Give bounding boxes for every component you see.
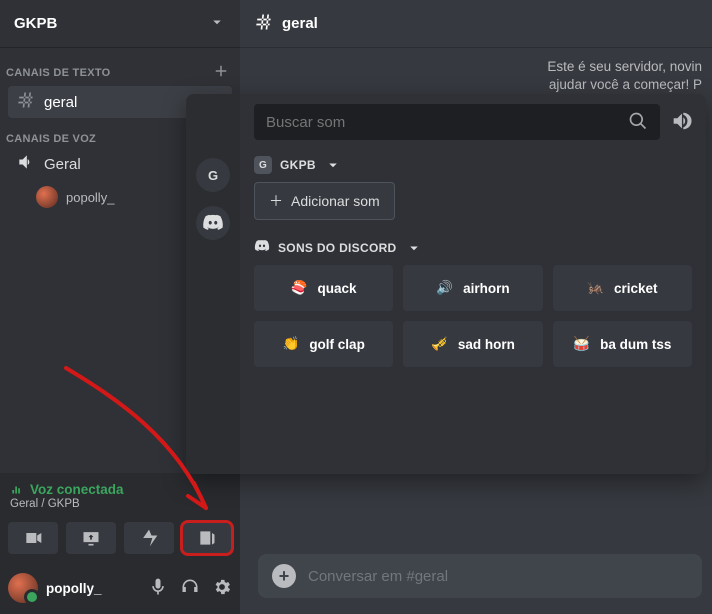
sound-label: airhorn xyxy=(463,281,510,296)
sound-emoji: 🎺 xyxy=(431,336,448,352)
gear-icon[interactable] xyxy=(212,577,232,600)
hash-icon xyxy=(254,12,274,36)
channel-header: geral xyxy=(240,0,712,48)
chevron-down-icon xyxy=(208,13,226,35)
volume-icon[interactable] xyxy=(670,110,692,135)
discord-icon xyxy=(254,238,270,257)
sound-label: quack xyxy=(318,281,357,296)
activity-button[interactable] xyxy=(124,522,174,554)
sound-airhorn[interactable]: 🔊 airhorn xyxy=(403,265,542,311)
screen-share-button[interactable] xyxy=(66,522,116,554)
avatar[interactable] xyxy=(8,573,38,603)
sound-sad-horn[interactable]: 🎺 sad horn xyxy=(403,321,542,367)
group-badge: G xyxy=(254,156,272,174)
sound-label: sad horn xyxy=(458,337,515,352)
channel-title: geral xyxy=(282,15,318,32)
group-name: SONS DO DISCORD xyxy=(278,241,397,255)
hash-icon xyxy=(16,90,36,114)
sound-ba-dum-tss[interactable]: 🥁 ba dum tss xyxy=(553,321,692,367)
sound-group-server[interactable]: G GKPB xyxy=(254,156,692,174)
text-channels-header[interactable]: CANAIS DE TEXTO xyxy=(0,48,240,85)
section-label: CANAIS DE VOZ xyxy=(6,133,96,145)
channel-name: Geral xyxy=(44,156,81,173)
sound-group-discord[interactable]: SONS DO DISCORD xyxy=(254,238,692,257)
channel-name: geral xyxy=(44,94,77,111)
headphones-icon[interactable] xyxy=(180,577,200,600)
sound-emoji: 👏 xyxy=(283,336,300,352)
sound-emoji: 🍣 xyxy=(291,280,308,296)
voice-status-sub: Geral / GKPB xyxy=(10,498,230,510)
sound-golf-clap[interactable]: 👏 golf clap xyxy=(254,321,393,367)
soundboard-panel: G G GKPB ＋ Adicionar som xyxy=(186,94,706,474)
soundboard-rail: G xyxy=(186,94,240,474)
sound-emoji: 🦗 xyxy=(587,280,604,296)
soundboard-button[interactable] xyxy=(182,522,232,554)
sound-quack[interactable]: 🍣 quack xyxy=(254,265,393,311)
signal-icon xyxy=(10,483,24,497)
mic-icon[interactable] xyxy=(148,577,168,600)
voice-user-name: popolly_ xyxy=(66,190,114,205)
rail-server-button[interactable]: G xyxy=(196,158,230,192)
voice-status-panel: Voz conectada Geral / GKPB xyxy=(0,473,240,516)
rail-discord-button[interactable] xyxy=(196,206,230,240)
chevron-down-icon xyxy=(405,239,423,257)
voice-connected-label: Voz conectada xyxy=(10,482,230,497)
message-placeholder: Conversar em #geral xyxy=(308,568,448,585)
server-name: GKPB xyxy=(14,15,57,32)
plus-icon: ＋ xyxy=(269,191,283,211)
speaker-icon xyxy=(16,152,36,176)
message-input[interactable]: + Conversar em #geral xyxy=(258,554,702,598)
attach-button[interactable]: + xyxy=(272,564,296,588)
sound-label: golf clap xyxy=(309,337,365,352)
welcome-hint: Este é seu servidor, novin ajudar você a… xyxy=(547,58,702,94)
sound-cricket[interactable]: 🦗 cricket xyxy=(553,265,692,311)
user-name: popolly_ xyxy=(46,581,102,596)
plus-icon[interactable] xyxy=(212,62,230,83)
sound-emoji: 🥁 xyxy=(573,336,590,352)
add-sound-button[interactable]: ＋ Adicionar som xyxy=(254,182,395,220)
group-name: GKPB xyxy=(280,158,316,172)
voice-action-row xyxy=(0,516,240,562)
sound-label: ba dum tss xyxy=(600,337,671,352)
sound-grid: 🍣 quack 🔊 airhorn 🦗 cricket 👏 golf clap … xyxy=(254,265,692,367)
sound-label: cricket xyxy=(614,281,658,296)
add-sound-label: Adicionar som xyxy=(291,193,380,209)
server-header[interactable]: GKPB xyxy=(0,0,240,48)
chevron-down-icon xyxy=(324,156,342,174)
search-icon xyxy=(628,111,648,134)
sound-search[interactable] xyxy=(254,104,660,140)
video-button[interactable] xyxy=(8,522,58,554)
sound-emoji: 🔊 xyxy=(436,280,453,296)
avatar xyxy=(36,186,58,208)
section-label: CANAIS DE TEXTO xyxy=(6,67,111,79)
user-bar: popolly_ xyxy=(0,562,240,614)
search-input[interactable] xyxy=(266,114,628,131)
